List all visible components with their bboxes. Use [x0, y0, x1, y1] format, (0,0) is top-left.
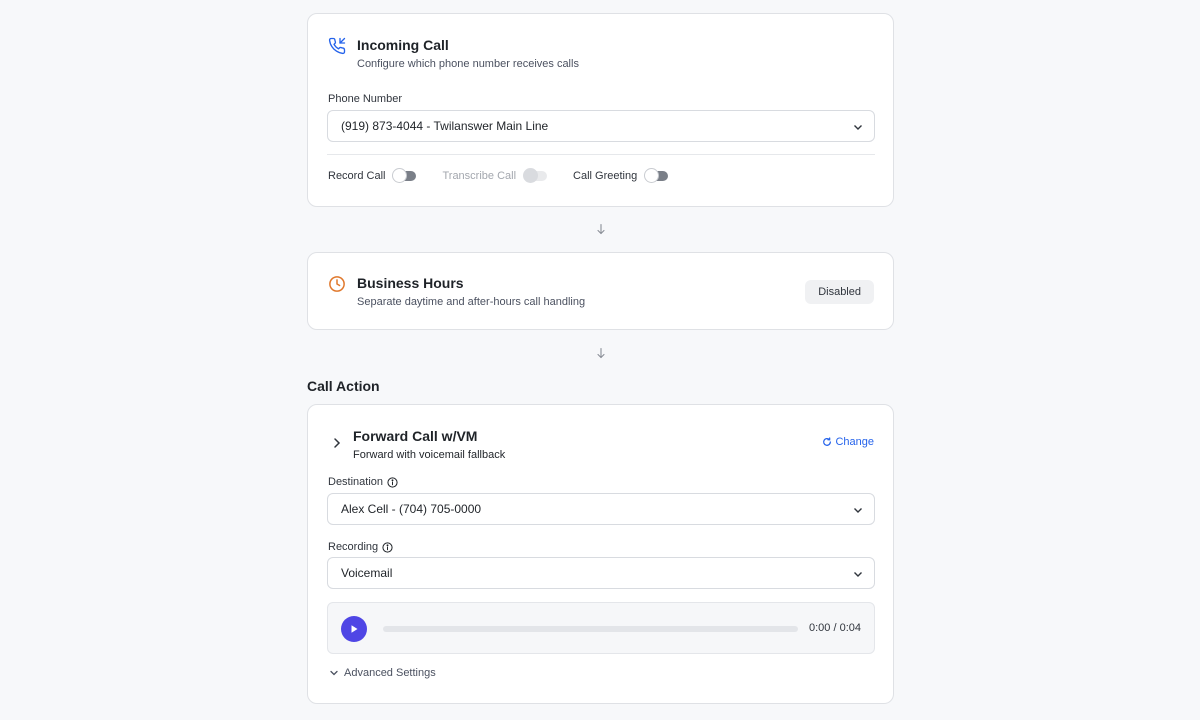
business-hours-title: Business Hours [357, 275, 464, 291]
business-hours-subtitle: Separate daytime and after-hours call ha… [357, 296, 586, 308]
destination-value: Alex Cell - (704) 705-0000 [341, 502, 482, 516]
audio-player: 0:00 / 0:04 [327, 602, 875, 654]
call-greeting-label: Call Greeting [573, 170, 638, 182]
arrow-down-icon [597, 223, 605, 235]
call-options: Record Call Transcribe Call Call Greetin… [328, 168, 694, 183]
toggle-knob [523, 168, 539, 183]
phone-incoming-icon [328, 37, 346, 55]
chevron-down-icon [854, 125, 862, 130]
arrow-down-icon [597, 347, 605, 359]
call-action-title: Forward Call w/VM [353, 428, 478, 444]
incoming-call-title: Incoming Call [357, 37, 449, 53]
incoming-call-header: Incoming Call Configure which phone numb… [328, 36, 579, 71]
destination-label: Destination [328, 476, 398, 488]
record-call-label: Record Call [328, 170, 386, 182]
chevron-down-icon [330, 670, 338, 676]
play-icon [351, 625, 358, 633]
recording-select[interactable]: Voicemail [327, 557, 875, 589]
clock-icon [329, 276, 345, 292]
transcribe-call-toggle [523, 168, 548, 183]
phone-number-select[interactable]: (919) 873-4044 - Twilanswer Main Line [327, 110, 875, 142]
call-action-header: Forward Call w/VM Forward with voicemail… [353, 427, 505, 462]
toggle-knob [392, 168, 408, 183]
chevron-right-icon[interactable] [332, 437, 342, 449]
transcribe-call-label: Transcribe Call [442, 170, 517, 182]
info-icon[interactable] [387, 476, 398, 488]
recording-label-text: Recording [328, 541, 379, 553]
incoming-call-subtitle: Configure which phone number receives ca… [357, 58, 579, 70]
call-action-subtitle: Forward with voicemail fallback [353, 449, 506, 461]
destination-label-text: Destination [328, 476, 384, 488]
recording-value: Voicemail [341, 566, 393, 580]
advanced-settings-label: Advanced Settings [344, 667, 436, 679]
audio-time: 0:00 / 0:04 [809, 622, 861, 634]
play-button[interactable] [341, 616, 367, 642]
call-action-card: Forward Call w/VM Forward with voicemail… [307, 404, 894, 704]
call-greeting-toggle[interactable] [644, 168, 669, 183]
refresh-icon [823, 437, 832, 446]
divider [327, 154, 875, 155]
chevron-down-icon [854, 508, 862, 513]
status-badge[interactable]: Disabled [805, 280, 874, 304]
business-hours-header: Business Hours Separate daytime and afte… [328, 274, 585, 309]
change-label: Change [835, 436, 874, 448]
recording-label: Recording [328, 541, 393, 553]
record-call-toggle[interactable] [392, 168, 417, 183]
call-greeting-option: Call Greeting [573, 168, 669, 183]
transcribe-call-option: Transcribe Call [442, 168, 548, 183]
info-icon[interactable] [382, 541, 393, 553]
call-action-section-title: Call Action [307, 378, 380, 394]
business-hours-card: Business Hours Separate daytime and afte… [307, 252, 894, 330]
record-call-option: Record Call [328, 168, 417, 183]
phone-number-label: Phone Number [328, 93, 402, 105]
incoming-call-card: Incoming Call Configure which phone numb… [307, 13, 894, 207]
audio-progress-track[interactable] [383, 626, 798, 632]
chevron-down-icon [854, 572, 862, 577]
toggle-knob [644, 168, 660, 183]
phone-number-value: (919) 873-4044 - Twilanswer Main Line [341, 119, 549, 133]
destination-select[interactable]: Alex Cell - (704) 705-0000 [327, 493, 875, 525]
advanced-settings-toggle[interactable]: Advanced Settings [329, 667, 436, 679]
change-button[interactable]: Change [822, 436, 874, 448]
